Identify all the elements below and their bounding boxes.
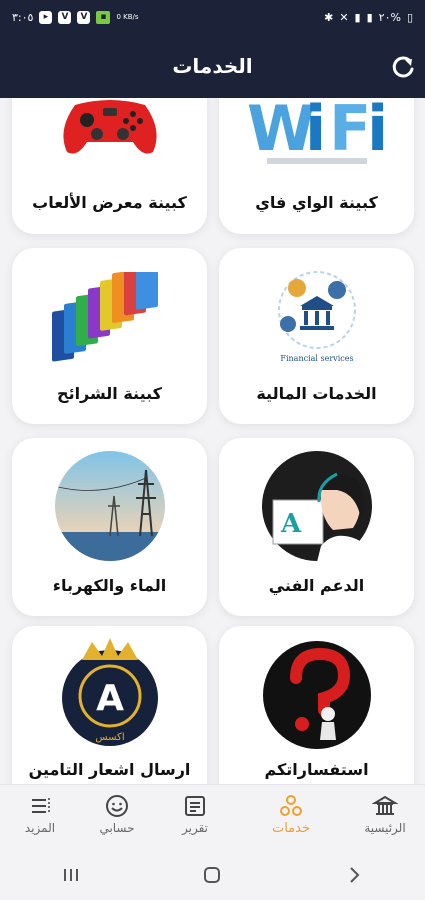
svg-text:A: A: [280, 509, 302, 539]
card-games[interactable]: كبينة معرض الألعاب: [12, 98, 207, 234]
sim-cards-icon: [51, 272, 158, 362]
notification-icon: ▸: [39, 10, 53, 24]
nav-home[interactable]: الرئيسية: [350, 793, 420, 835]
card-label: الخدمات المالية: [256, 384, 377, 403]
nav-label: تقرير: [182, 821, 208, 835]
bluetooth-icon: ✱: [324, 10, 334, 24]
viber-icon: V: [77, 10, 91, 24]
recent-apps-button[interactable]: [51, 860, 91, 890]
back-button[interactable]: [334, 860, 374, 890]
battery-icon: ▯: [406, 10, 413, 24]
nav-services[interactable]: خدمات: [256, 793, 326, 836]
card-sim[interactable]: كبينة الشرائح: [12, 248, 207, 424]
nav-label: المزيد: [24, 821, 56, 835]
refresh-icon[interactable]: [388, 52, 418, 82]
svg-text:Financial services: Financial services: [280, 354, 353, 363]
status-bar: ٣:٠٥ ▸ V V ▪ 0 KB/s ✱ ✕ ▮ ▮ ٢٠% ▯: [0, 0, 425, 34]
bank-icon: [372, 795, 398, 815]
nav-account[interactable]: حسابي: [82, 793, 152, 835]
card-label: الماء والكهرباء: [52, 576, 167, 595]
svg-text:F: F: [329, 98, 371, 165]
chevron-right-icon: [350, 867, 360, 883]
wifi-icon: W i F i: [247, 98, 387, 165]
system-nav-bar: [0, 850, 425, 900]
crown-logo-icon: A اكسس: [61, 638, 158, 746]
card-wifi[interactable]: W i F i كبينة الواي فاي: [219, 98, 414, 234]
power-tower-icon: [54, 451, 165, 561]
status-right: ✱ ✕ ▮ ▮ ٢٠% ▯: [324, 11, 413, 24]
status-time: ٣:٠٥: [12, 10, 34, 24]
status-left: ٣:٠٥ ▸ V V ▪ 0 KB/s: [12, 10, 139, 24]
card-label: كبينة الشرائح: [57, 384, 162, 403]
nav-report[interactable]: تقرير: [160, 793, 230, 835]
svg-text:i: i: [367, 98, 387, 165]
home-icon: [204, 867, 221, 883]
signal-icon: ▮: [354, 10, 361, 24]
card-support[interactable]: A الدعم الفني: [219, 438, 414, 616]
card-utilities[interactable]: الماء والكهرباء: [12, 438, 207, 616]
bottom-nav: الرئيسية خدمات تقرير حسابي المزيد: [0, 784, 425, 851]
nav-label: خدمات: [271, 821, 311, 836]
nav-label: حسابي: [99, 821, 135, 835]
page-title: الخدمات: [172, 54, 253, 78]
card-financial[interactable]: Financial services الخدمات المالية: [219, 248, 414, 424]
question-person-icon: [262, 641, 371, 749]
smiley-icon: [106, 795, 128, 817]
card-label: كبينة الواي فاي: [255, 193, 378, 212]
card-label: ارسال اشعار التامين: [28, 760, 191, 779]
app-bar: الخدمات: [0, 34, 425, 98]
services-icon: [280, 795, 302, 816]
card-label: كبينة معرض الألعاب: [32, 193, 187, 212]
mute-icon: ✕: [339, 10, 349, 24]
menu-icon: [32, 798, 50, 814]
report-icon: [185, 796, 205, 816]
card-label: الدعم الفني: [268, 576, 365, 595]
card-label: استفساراتكم: [264, 760, 369, 779]
nav-more[interactable]: المزيد: [5, 793, 75, 835]
signal-icon-2: ▮: [366, 10, 373, 24]
card-insurance[interactable]: A اكسس ارسال اشعار التامين: [12, 626, 207, 784]
financial-services-icon: Financial services: [277, 271, 356, 363]
services-grid: W i F i كبينة الواي فاي كبينة معرض الألع…: [0, 98, 425, 784]
support-agent-icon: A: [261, 451, 372, 562]
svg-text:A: A: [96, 678, 124, 719]
network-speed: 0 KB/s: [116, 13, 139, 21]
svg-text:اكسس: اكسس: [95, 732, 124, 743]
gamepad-icon: [62, 100, 157, 154]
card-inquiries[interactable]: استفساراتكم: [219, 626, 414, 784]
home-button[interactable]: [192, 860, 232, 890]
battery-percent: ٢٠%: [378, 10, 401, 24]
nav-label: الرئيسية: [364, 821, 406, 835]
battery-saver-icon: ▪: [96, 10, 111, 24]
svg-text:i: i: [305, 98, 326, 165]
recent-apps-icon: [63, 869, 78, 881]
app-notification-icon: V: [58, 10, 72, 24]
